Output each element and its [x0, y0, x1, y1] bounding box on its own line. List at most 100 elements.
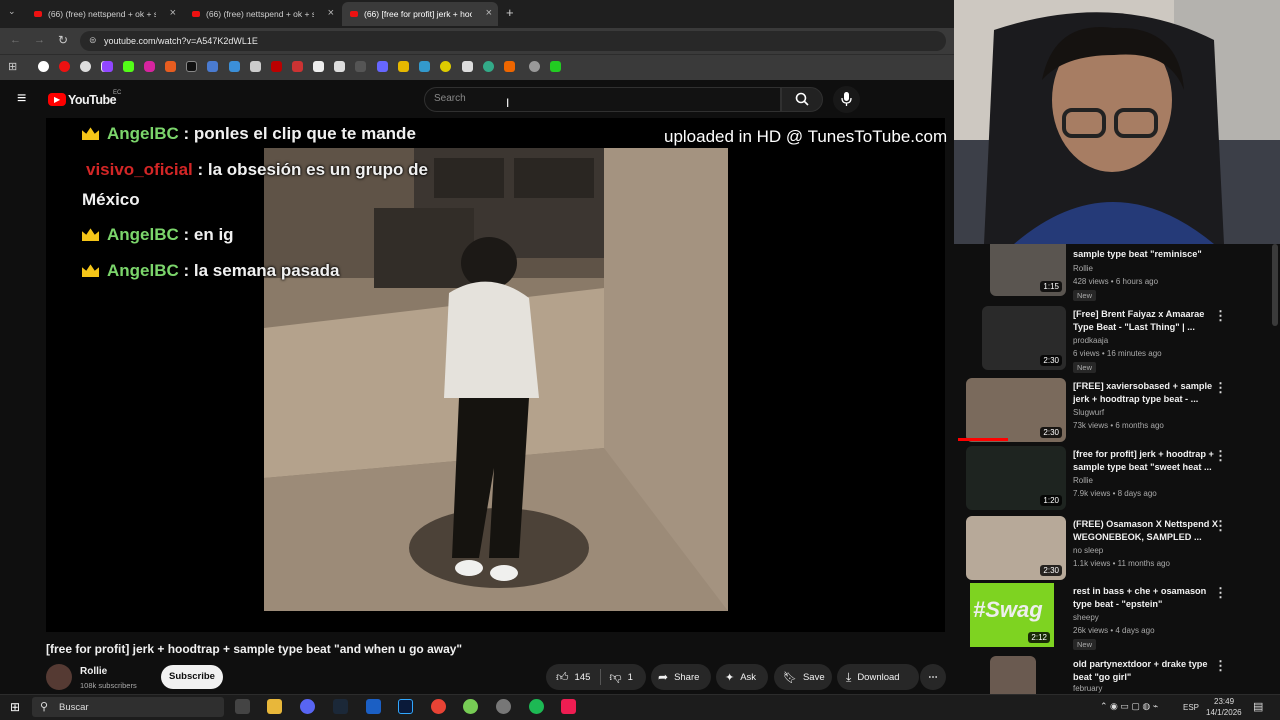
channel-name[interactable]: Slugwurf: [1073, 408, 1104, 417]
instagram-bookmark-icon[interactable]: [144, 61, 155, 72]
bookmark-icon[interactable]: [529, 61, 540, 72]
more-actions-button[interactable]: ⋯: [920, 664, 946, 690]
clock-date[interactable]: 14/1/2026: [1206, 708, 1242, 717]
bookmark-icon[interactable]: [462, 61, 473, 72]
close-tab-icon[interactable]: ×: [170, 7, 176, 19]
download-button[interactable]: ⤓ Download: [837, 664, 919, 690]
bookmark-icon[interactable]: [80, 61, 91, 72]
bookmark-icon[interactable]: [377, 61, 388, 72]
like-count[interactable]: 145: [575, 672, 591, 683]
thumbs-up-icon[interactable]: 👍︎: [556, 670, 569, 685]
language-indicator[interactable]: ESP: [1183, 703, 1199, 712]
channel-name[interactable]: sheepy: [1073, 613, 1099, 622]
channel-name[interactable]: Rollie: [1073, 264, 1093, 273]
dislike-count[interactable]: 1: [628, 672, 633, 683]
app-icon[interactable]: [463, 699, 478, 714]
video-thumbnail[interactable]: #Swag 2:12: [970, 583, 1054, 647]
file-explorer-icon[interactable]: [267, 699, 282, 714]
apps-grid-icon[interactable]: ⊞: [8, 60, 17, 73]
bookmark-icon[interactable]: [250, 61, 261, 72]
bookmark-icon[interactable]: [292, 61, 303, 72]
video-title[interactable]: [FREE] xaviersobased + sample jerk + hoo…: [1073, 380, 1221, 405]
sidebar-scrollbar[interactable]: [1272, 244, 1278, 326]
channel-name[interactable]: Rollie: [1073, 476, 1093, 485]
bookmark-icon[interactable]: [165, 61, 176, 72]
clock-time[interactable]: 23:49: [1214, 697, 1234, 706]
close-tab-icon[interactable]: ×: [328, 7, 334, 19]
more-options-icon[interactable]: ⋮: [1214, 658, 1227, 674]
bookmark-icon[interactable]: [355, 61, 366, 72]
more-options-icon[interactable]: ⋮: [1214, 380, 1227, 396]
task-view-icon[interactable]: [235, 699, 250, 714]
bookmark-icon[interactable]: [504, 61, 515, 72]
windows-start-icon[interactable]: ⊞: [10, 700, 20, 714]
search-input[interactable]: [424, 87, 781, 112]
google-bookmark-icon[interactable]: [38, 61, 49, 72]
discord-icon[interactable]: [300, 699, 315, 714]
photoshop-icon[interactable]: [398, 699, 413, 714]
recommended-video[interactable]: 1:20 [free for profit] jerk + hoodtrap +…: [958, 446, 1278, 512]
kick-bookmark-icon[interactable]: [123, 61, 134, 72]
video-thumbnail[interactable]: [990, 656, 1036, 694]
video-thumbnail[interactable]: 2:30: [982, 306, 1066, 370]
thumbs-down-icon[interactable]: 👎︎: [609, 670, 621, 685]
bookmark-icon[interactable]: [550, 61, 561, 72]
more-options-icon[interactable]: ⋮: [1214, 308, 1227, 324]
recommended-video[interactable]: 2:30 (FREE) Osamason X Nettspend X WEGON…: [958, 516, 1278, 582]
save-button[interactable]: 🔖︎ Save: [774, 664, 832, 690]
bookmark-icon[interactable]: [271, 61, 282, 72]
youtube-bookmark-icon[interactable]: [59, 61, 70, 72]
bookmark-icon[interactable]: [334, 61, 345, 72]
bookmark-icon[interactable]: [440, 61, 451, 72]
recommended-video[interactable]: #Swag 2:12 rest in bass + che + osamason…: [958, 583, 1278, 650]
browser-tab[interactable]: (66) (free) nettspend + ok + sam ×: [184, 2, 340, 26]
more-options-icon[interactable]: ⋮: [1214, 518, 1227, 534]
forward-icon[interactable]: →: [34, 34, 45, 46]
video-title[interactable]: [free for profit] jerk + hoodtrap + samp…: [1073, 448, 1221, 473]
twitch-bookmark-icon[interactable]: [102, 61, 113, 72]
browser-tab[interactable]: (66) (free) nettspend + ok + sam ×: [26, 2, 182, 26]
channel-name[interactable]: prodkaaja: [1073, 336, 1108, 345]
menu-icon[interactable]: ≡: [17, 90, 26, 108]
x-bookmark-icon[interactable]: [186, 61, 197, 72]
recommended-video[interactable]: 1:15 sample type beat "reminisce" Rollie…: [958, 244, 1278, 310]
spotify-icon[interactable]: [529, 699, 544, 714]
back-icon[interactable]: ←: [10, 34, 21, 46]
bookmark-icon[interactable]: [207, 61, 218, 72]
bookmark-icon[interactable]: [398, 61, 409, 72]
site-info-icon[interactable]: ⊜: [89, 35, 97, 46]
chrome-icon[interactable]: [431, 699, 446, 714]
close-tab-icon[interactable]: ×: [486, 7, 492, 19]
video-title[interactable]: sample type beat "reminisce": [1073, 248, 1221, 261]
share-button[interactable]: ➦ Share: [651, 664, 711, 690]
video-thumbnail[interactable]: 1:20: [966, 446, 1066, 510]
vegas-icon[interactable]: [366, 699, 381, 714]
reload-icon[interactable]: ↻: [58, 33, 68, 47]
bookmark-icon[interactable]: [419, 61, 430, 72]
recommended-video[interactable]: 2:30 [Free] Brent Faiyaz x Amaarae Type …: [958, 306, 1278, 373]
recommended-video[interactable]: old partynextdoor + drake type beat "go …: [958, 656, 1278, 694]
tiktok-icon[interactable]: [561, 699, 576, 714]
video-thumbnail[interactable]: 2:30: [966, 378, 1066, 442]
ask-button[interactable]: ✦ Ask: [716, 664, 768, 690]
video-title[interactable]: rest in bass + che + osamason type beat …: [1073, 585, 1221, 610]
notification-icon[interactable]: ▤: [1253, 700, 1263, 713]
channel-avatar[interactable]: [46, 664, 72, 690]
bookmark-icon[interactable]: [483, 61, 494, 72]
system-tray-icons[interactable]: ⌃ ◉ ▭ ▢ ◍ ⌁: [1100, 701, 1158, 712]
more-options-icon[interactable]: ⋮: [1214, 448, 1227, 464]
recommended-video[interactable]: 2:30 [FREE] xaviersobased + sample jerk …: [958, 378, 1278, 444]
channel-name[interactable]: february: [1073, 684, 1102, 693]
tab-list-icon[interactable]: ⌄: [8, 6, 16, 17]
browser-tab-active[interactable]: (66) [free for profit] jerk + hoodt ×: [342, 2, 498, 26]
video-thumbnail[interactable]: 1:15: [990, 244, 1066, 296]
subscribe-button[interactable]: Subscribe: [161, 665, 223, 689]
video-title[interactable]: (FREE) Osamason X Nettspend X WEGONEBEOK…: [1073, 518, 1221, 543]
channel-name[interactable]: Rollie: [80, 666, 107, 677]
app-icon[interactable]: [496, 699, 511, 714]
channel-name[interactable]: no sleep: [1073, 546, 1103, 555]
video-thumbnail[interactable]: 2:30: [966, 516, 1066, 580]
video-title[interactable]: [Free] Brent Faiyaz x Amaarae Type Beat …: [1073, 308, 1221, 333]
video-title[interactable]: old partynextdoor + drake type beat "go …: [1073, 658, 1221, 683]
steam-icon[interactable]: [333, 699, 348, 714]
